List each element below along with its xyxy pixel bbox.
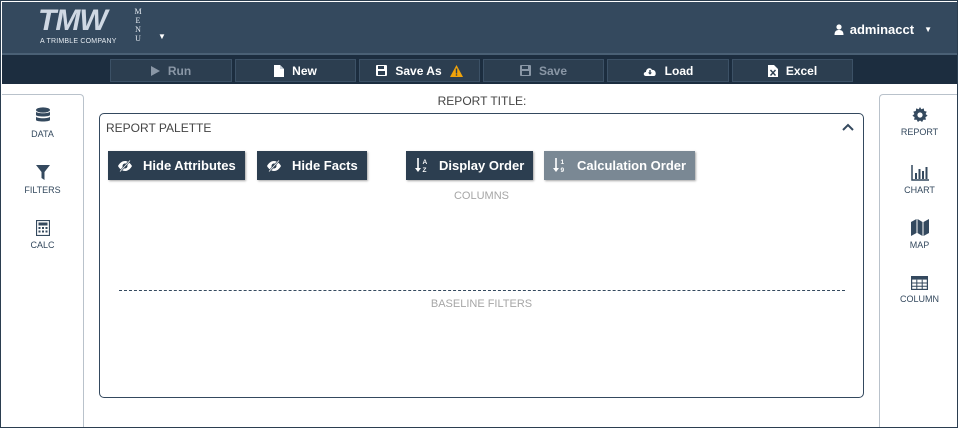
display-order-button[interactable]: A Z Display Order bbox=[406, 151, 534, 180]
new-document-icon bbox=[274, 64, 285, 77]
load-button[interactable]: Load bbox=[607, 59, 729, 82]
columns-drop-zone-label: COLUMNS bbox=[453, 190, 509, 202]
sidebar-item-column[interactable]: COLUMN bbox=[880, 276, 957, 304]
palette-title: REPORT PALETTE bbox=[106, 121, 212, 135]
sidebar-item-report[interactable]: REPORT bbox=[880, 107, 957, 137]
top-header: TMW A TRIMBLE COMPANY M E N U ▼ adminacc… bbox=[2, 2, 957, 53]
report-title[interactable]: REPORT TITLE: bbox=[85, 94, 879, 108]
display-order-label: Display Order bbox=[439, 158, 525, 173]
new-button[interactable]: New bbox=[235, 59, 356, 82]
hide-facts-label: Hide Facts bbox=[292, 158, 358, 173]
svg-text:1: 1 bbox=[561, 159, 565, 166]
eye-slash-icon bbox=[118, 159, 132, 172]
play-icon bbox=[150, 65, 160, 76]
menu-caret-icon[interactable]: ▼ bbox=[158, 32, 166, 41]
calculation-order-label: Calculation Order bbox=[577, 158, 687, 173]
hide-attributes-label: Hide Attributes bbox=[143, 158, 236, 173]
database-icon bbox=[35, 107, 50, 122]
logo-tagline: A TRIMBLE COMPANY bbox=[40, 38, 117, 45]
excel-file-icon bbox=[767, 64, 778, 77]
sidebar-item-data[interactable]: DATA bbox=[2, 107, 83, 139]
sidebar-item-filters[interactable]: FILTERS bbox=[2, 165, 83, 195]
sidebar-label-data: DATA bbox=[31, 129, 54, 139]
map-icon bbox=[910, 219, 929, 236]
calculator-icon bbox=[35, 220, 50, 236]
report-palette: REPORT PALETTE Hide Attributes Hide Fact… bbox=[99, 113, 864, 398]
warning-icon bbox=[449, 64, 463, 77]
chevron-up-icon[interactable] bbox=[842, 123, 854, 131]
menu-letter: E bbox=[135, 16, 141, 25]
bar-chart-icon bbox=[910, 165, 929, 181]
sidebar-label-chart: CHART bbox=[904, 185, 935, 195]
save-button[interactable]: Save bbox=[483, 59, 604, 82]
user-caret-icon: ▼ bbox=[924, 25, 932, 34]
svg-text:Z: Z bbox=[423, 167, 427, 173]
filter-icon bbox=[35, 165, 50, 180]
user-name: adminacct bbox=[849, 22, 915, 37]
eye-slash-icon bbox=[267, 159, 281, 172]
sidebar-label-report: REPORT bbox=[900, 127, 939, 137]
save-label: Save bbox=[538, 63, 568, 78]
run-button[interactable]: Run bbox=[110, 59, 232, 82]
svg-text:A: A bbox=[423, 159, 428, 166]
sidebar-item-chart[interactable]: CHART bbox=[880, 165, 957, 195]
gear-icon bbox=[911, 107, 928, 122]
sort-alpha-icon: A Z bbox=[415, 158, 428, 173]
floppy-icon bbox=[519, 65, 531, 76]
save-as-label: Save As bbox=[395, 63, 442, 78]
calculation-order-button[interactable]: 1 9 Calculation Order bbox=[544, 151, 696, 180]
run-label: Run bbox=[167, 63, 192, 78]
menu-letter: U bbox=[135, 34, 141, 43]
menu-toggle[interactable]: M E N U bbox=[133, 7, 143, 43]
load-label: Load bbox=[664, 63, 694, 78]
sidebar-item-map[interactable]: MAP bbox=[880, 219, 957, 250]
tmw-logo[interactable]: TMW A TRIMBLE COMPANY bbox=[38, 6, 126, 48]
left-sidebar: DATA FILTERS CALC bbox=[2, 94, 84, 427]
hide-facts-button[interactable]: Hide Facts bbox=[257, 151, 367, 180]
sidebar-label-calc: CALC bbox=[30, 240, 55, 250]
cloud-download-icon bbox=[643, 67, 656, 76]
new-label: New bbox=[292, 63, 317, 78]
sort-numeric-icon: 1 9 bbox=[553, 158, 565, 173]
floppy-icon bbox=[376, 65, 388, 76]
app-frame: TMW A TRIMBLE COMPANY M E N U ▼ adminacc… bbox=[0, 0, 958, 428]
sidebar-label-column: COLUMN bbox=[899, 294, 939, 304]
sidebar-item-calc[interactable]: CALC bbox=[2, 220, 83, 250]
menu-letter: N bbox=[135, 25, 141, 34]
menu-letter: M bbox=[134, 7, 142, 16]
dashed-divider bbox=[119, 290, 845, 291]
logo-text: TMW bbox=[38, 4, 108, 37]
sidebar-label-map: MAP bbox=[909, 240, 930, 250]
sidebar-label-filters: FILTERS bbox=[24, 185, 61, 195]
excel-button[interactable]: Excel bbox=[732, 59, 853, 82]
table-icon bbox=[911, 276, 928, 290]
user-menu[interactable]: adminacct ▼ bbox=[834, 22, 932, 37]
hide-attributes-button[interactable]: Hide Attributes bbox=[108, 151, 245, 180]
baseline-filters-drop-zone-label: BASELINE FILTERS bbox=[430, 298, 533, 310]
user-icon bbox=[834, 24, 844, 35]
toolbar: Run New Save As Save Load Excel bbox=[2, 53, 957, 84]
save-as-button[interactable]: Save As bbox=[359, 59, 480, 82]
svg-text:9: 9 bbox=[561, 167, 565, 173]
excel-label: Excel bbox=[785, 63, 818, 78]
right-sidebar: REPORT CHART MAP COLUMN bbox=[879, 94, 957, 427]
